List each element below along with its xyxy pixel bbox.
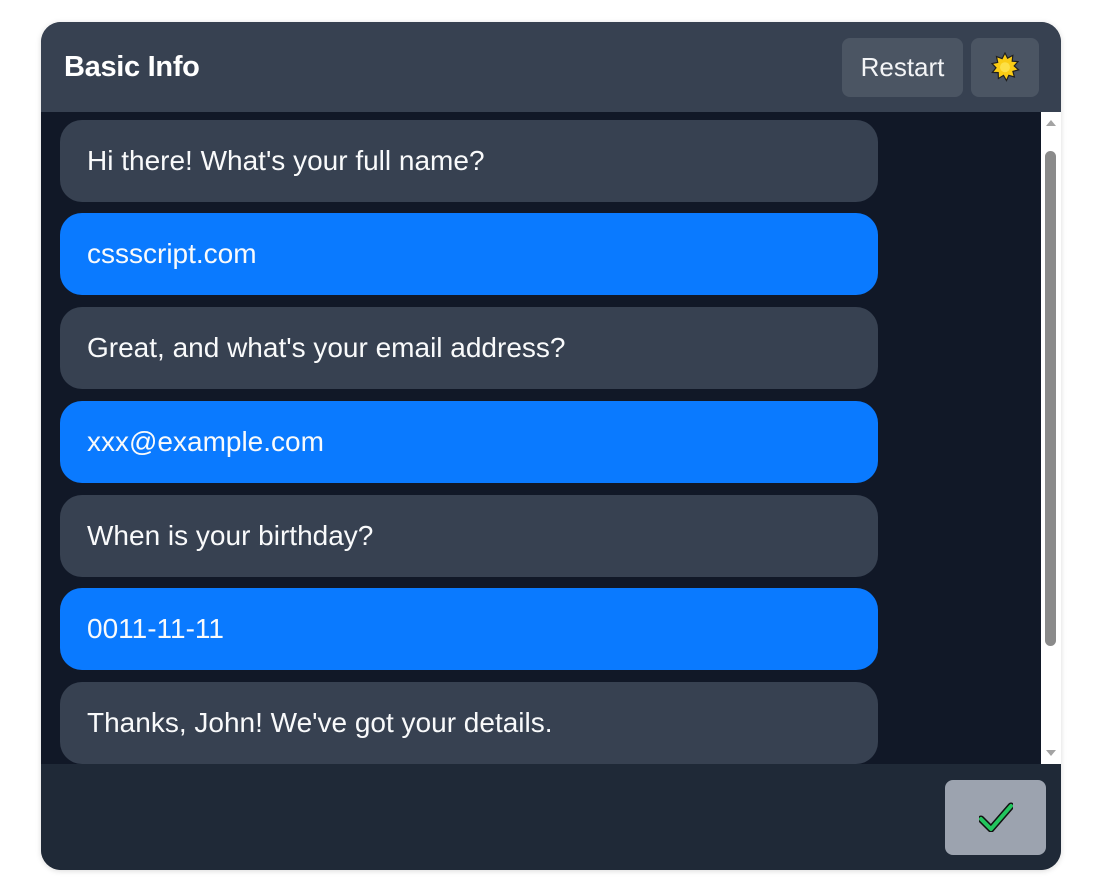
message-scrollbar[interactable]: [1041, 112, 1061, 764]
user-message: cssscript.com: [60, 213, 878, 295]
sun-icon: [990, 52, 1020, 82]
theme-toggle-button[interactable]: [971, 38, 1039, 97]
chat-header: Basic Info Restart: [41, 22, 1061, 112]
bot-message: When is your birthday?: [60, 495, 878, 577]
message-list: Hi there! What's your full name? cssscri…: [41, 112, 1041, 764]
chat-footer: [41, 764, 1061, 870]
chat-widget: Basic Info Restart Hi there! What's your…: [41, 22, 1061, 870]
submit-button[interactable]: [945, 780, 1046, 855]
scrollbar-thumb[interactable]: [1045, 151, 1056, 646]
user-message: xxx@example.com: [60, 401, 878, 483]
checkmark-icon: [979, 802, 1013, 832]
restart-button[interactable]: Restart: [842, 38, 963, 97]
bot-message: Great, and what's your email address?: [60, 307, 878, 389]
chat-title: Basic Info: [64, 51, 200, 83]
bot-message: Thanks, John! We've got your details.: [60, 682, 878, 764]
scroll-down-arrow-icon[interactable]: [1046, 750, 1056, 756]
user-message: 0011-11-11: [60, 588, 878, 670]
scroll-up-arrow-icon[interactable]: [1046, 120, 1056, 126]
bot-message: Hi there! What's your full name?: [60, 120, 878, 202]
